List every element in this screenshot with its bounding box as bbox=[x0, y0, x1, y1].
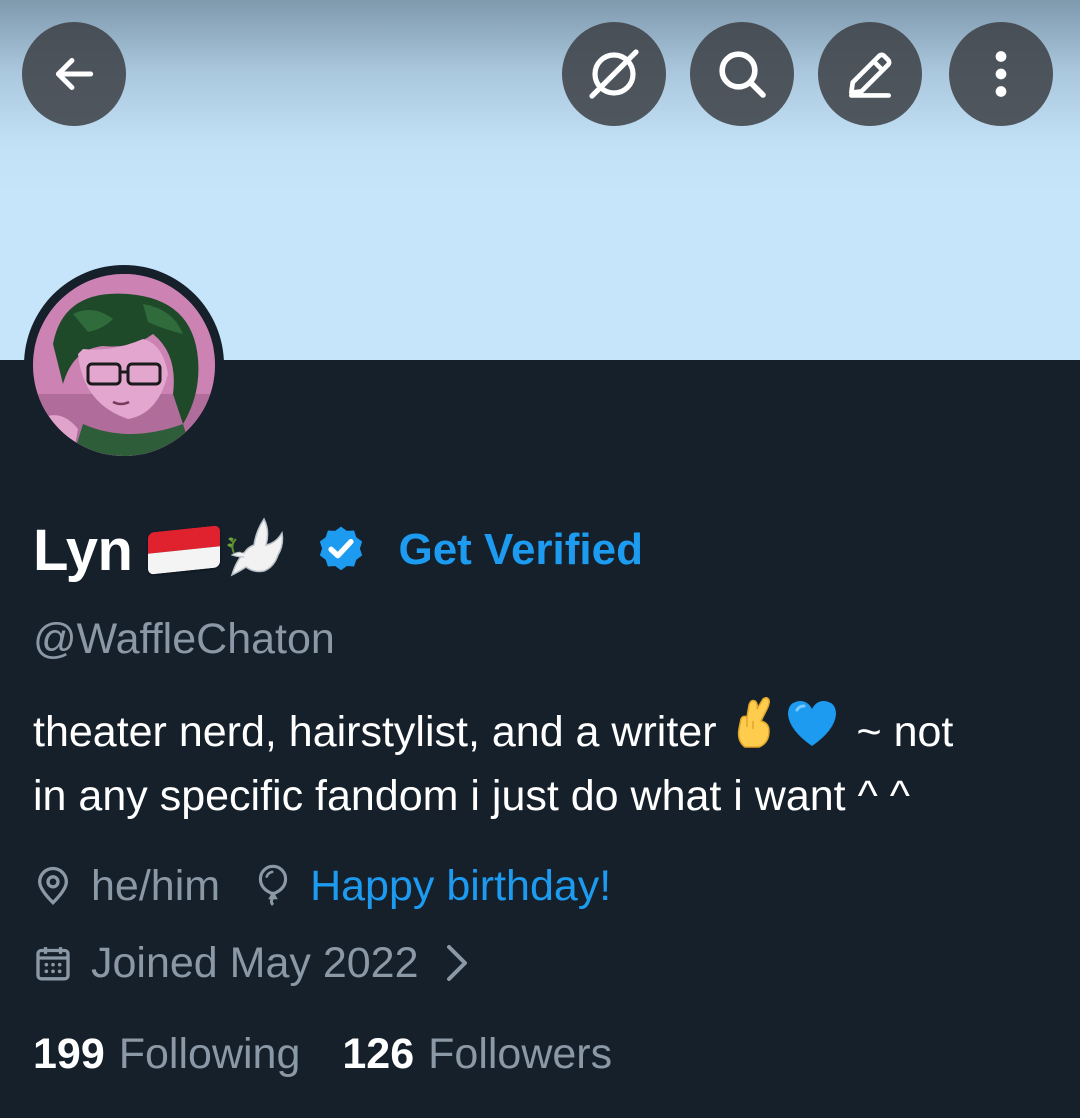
chevron-right-icon[interactable] bbox=[445, 943, 469, 983]
calendar-icon bbox=[33, 943, 73, 983]
location-pin-icon bbox=[33, 864, 73, 908]
crossed-fingers-emoji bbox=[733, 696, 777, 767]
edit-profile-button[interactable] bbox=[818, 22, 922, 126]
following-count: 199 bbox=[33, 1029, 105, 1078]
followers-label: Followers bbox=[428, 1029, 613, 1078]
followers-link[interactable]: 126 Followers bbox=[342, 1030, 612, 1079]
get-verified-link[interactable]: Get Verified bbox=[398, 525, 643, 575]
more-options-button[interactable] bbox=[949, 22, 1053, 126]
dove-emoji bbox=[226, 515, 288, 585]
profile-bio: theater nerd, hairstylist, and a writer … bbox=[33, 696, 1053, 828]
bio-text-1: theater nerd, hairstylist, and a writer bbox=[33, 708, 717, 756]
bio-line-2: in any specific fandom i just do what i … bbox=[33, 772, 910, 820]
following-link[interactable]: 199 Following bbox=[33, 1030, 300, 1079]
bio-line-1: theater nerd, hairstylist, and a writer … bbox=[33, 696, 1053, 767]
joined-date: Joined May 2022 bbox=[91, 938, 419, 987]
profile-meta-row: he/him Happy birthday! bbox=[33, 856, 611, 916]
followers-count: 126 bbox=[342, 1029, 415, 1078]
following-label: Following bbox=[118, 1029, 301, 1078]
search-icon bbox=[719, 51, 766, 98]
avatar-container[interactable] bbox=[24, 265, 224, 465]
pencil-icon bbox=[849, 52, 892, 98]
avatar-image bbox=[33, 274, 215, 456]
balloon-icon bbox=[254, 864, 292, 908]
joined-row[interactable]: Joined May 2022 bbox=[33, 932, 469, 994]
profile-handle: @WaffleChaton bbox=[33, 615, 335, 663]
arrow-left-icon bbox=[55, 57, 94, 91]
blue-heart-emoji bbox=[785, 698, 839, 766]
indonesia-flag-emoji bbox=[148, 525, 221, 575]
search-button[interactable] bbox=[690, 22, 794, 126]
bio-text-1-tail: ~ not bbox=[856, 708, 954, 756]
back-button[interactable] bbox=[22, 22, 126, 126]
verified-badge-icon[interactable] bbox=[314, 521, 368, 579]
avatar[interactable] bbox=[33, 274, 215, 456]
profile-location: he/him bbox=[91, 861, 221, 910]
display-name: Lyn bbox=[33, 517, 133, 583]
grok-button[interactable] bbox=[562, 22, 666, 126]
name-row: Lyn Get Verified bbox=[33, 512, 643, 588]
follow-stats: 199 Following 126 Followers bbox=[33, 1024, 612, 1084]
more-vertical-icon bbox=[995, 51, 1007, 97]
birthday-link[interactable]: Happy birthday! bbox=[310, 862, 611, 911]
grok-icon bbox=[589, 49, 639, 99]
